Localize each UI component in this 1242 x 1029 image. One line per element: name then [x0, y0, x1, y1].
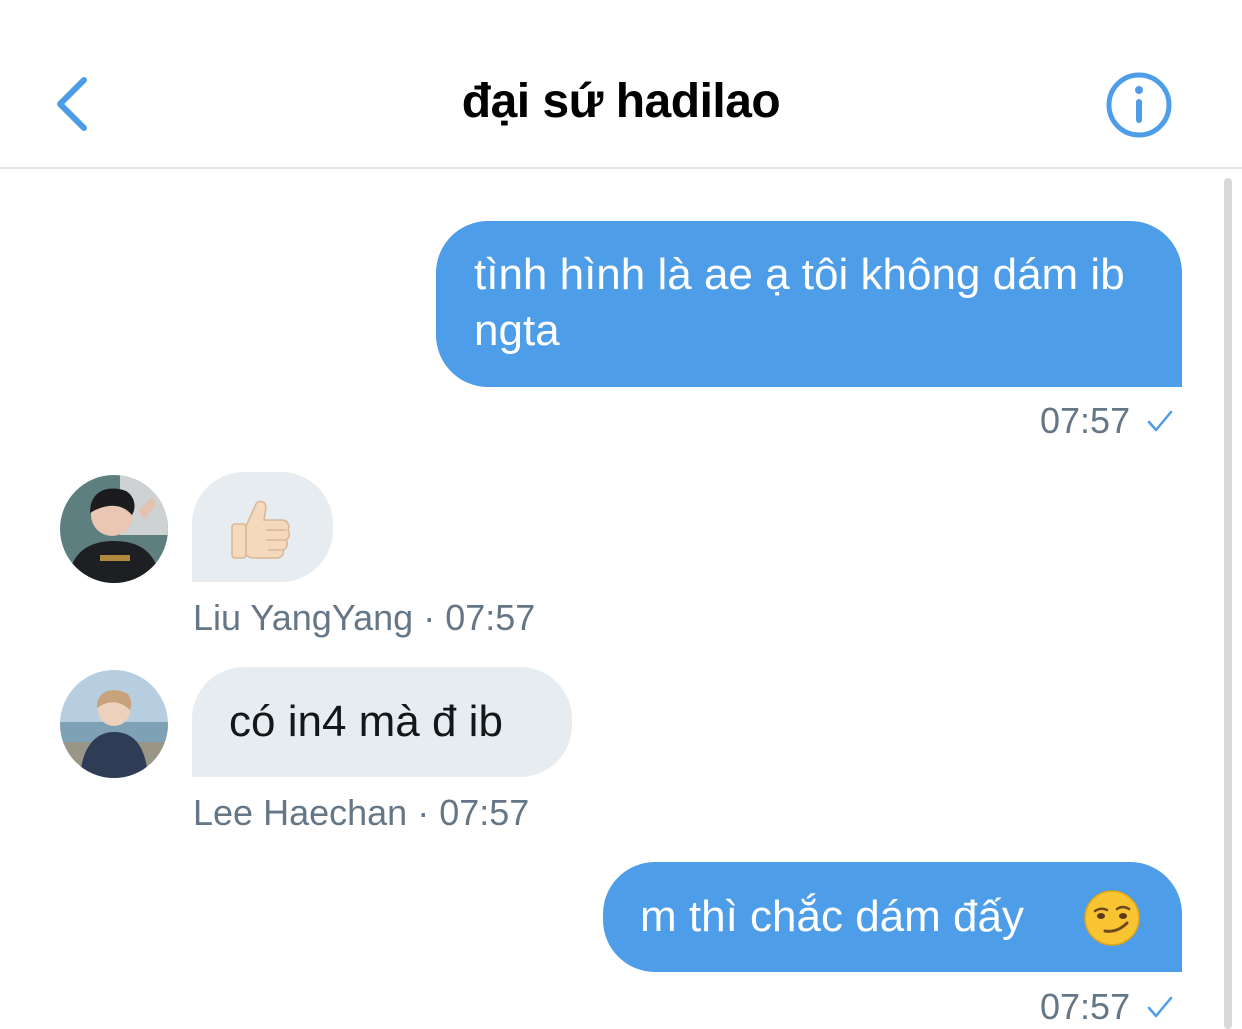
avatar-lee-haechan[interactable]	[60, 670, 168, 778]
check-icon	[1147, 996, 1173, 1018]
message-meta: 07:57	[1040, 986, 1174, 1028]
message-time: 07:57	[439, 792, 530, 833]
scrollbar[interactable]	[1224, 178, 1232, 1029]
dm-conversation-screen: đại sứ hadilao tình hình là ae ạ tôi khô…	[0, 0, 1242, 1029]
meta-separator: ·	[417, 792, 430, 833]
sender-name: Lee Haechan	[193, 792, 408, 833]
avatar-image	[60, 475, 168, 583]
message-time: 07:57	[445, 597, 536, 638]
smirking-face-icon	[1084, 890, 1140, 946]
message-text: có in4 mà đ ib	[229, 697, 503, 746]
info-button[interactable]	[1104, 70, 1174, 140]
thumbs-up-icon	[231, 500, 291, 559]
incoming-message-bubble[interactable]: có in4 mà đ ib	[192, 667, 572, 777]
sender-name: Liu YangYang	[193, 597, 414, 638]
outgoing-message-bubble[interactable]: m thì chắc dám đấy	[603, 862, 1182, 972]
outgoing-message-bubble[interactable]: tình hình là ae ạ tôi không dám ib ngta	[436, 221, 1182, 387]
message-meta: Liu YangYang · 07:57	[193, 597, 535, 639]
message-meta: 07:57	[1040, 400, 1174, 442]
avatar-image	[60, 670, 168, 778]
meta-separator: ·	[423, 597, 436, 638]
conversation-header: đại sứ hadilao	[0, 0, 1242, 169]
message-time: 07:57	[1040, 400, 1131, 441]
message-text: m thì chắc dám đấy	[640, 892, 1024, 941]
avatar-liu-yangyang[interactable]	[60, 475, 168, 583]
message-text: tình hình là ae ạ tôi không dám ib ngta	[474, 250, 1125, 355]
message-meta: Lee Haechan · 07:57	[193, 792, 529, 834]
incoming-message-bubble[interactable]	[192, 472, 333, 582]
message-time: 07:57	[1040, 986, 1131, 1027]
check-icon	[1147, 410, 1173, 432]
conversation-title: đại sứ hadilao	[461, 75, 781, 128]
info-circle-icon	[1106, 72, 1172, 138]
